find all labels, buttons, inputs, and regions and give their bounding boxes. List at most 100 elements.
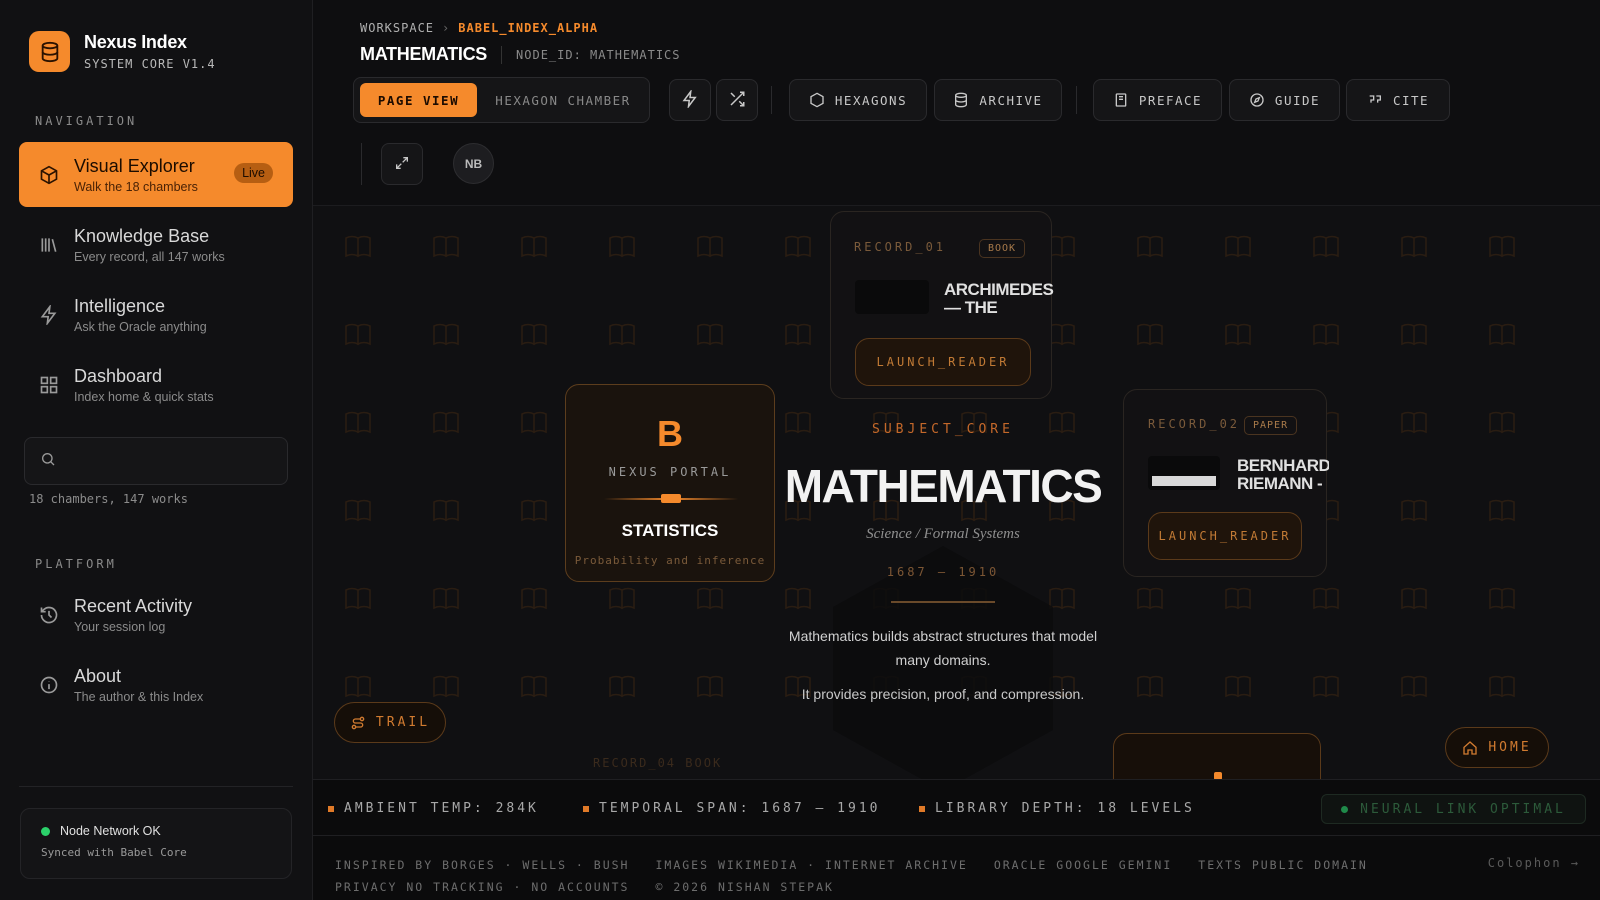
- guide-label: GUIDE: [1274, 92, 1321, 108]
- shuffle-button[interactable]: [716, 79, 758, 121]
- platform-label: PLATFORM: [35, 557, 117, 571]
- book-icon: [1113, 92, 1129, 108]
- quote-icon: [1367, 92, 1383, 108]
- nav-desc: Your session log: [74, 619, 166, 634]
- page-title: MATHEMATICS: [360, 44, 488, 64]
- shuffle-icon: [728, 90, 746, 111]
- stat-temporal-span: TEMPORAL SPAN: 1687 — 1910: [583, 801, 881, 816]
- divider: [891, 601, 995, 603]
- preface-button[interactable]: PREFACE: [1093, 79, 1222, 121]
- nav-visual-explorer[interactable]: Visual Explorer Walk the 18 chambers Liv…: [19, 142, 293, 207]
- nav-desc: Ask the Oracle anything: [74, 319, 207, 334]
- nav-about[interactable]: About The author & this Index: [19, 652, 293, 717]
- tab-hexagon-chamber[interactable]: HEXAGON CHAMBER: [482, 83, 644, 117]
- nav-title: Knowledge Base: [74, 225, 210, 246]
- neural-label: NEURAL LINK OPTIMAL: [1360, 801, 1566, 817]
- cite-button[interactable]: CITE: [1346, 79, 1450, 121]
- record-card-partial[interactable]: [1113, 733, 1321, 779]
- launch-reader-button[interactable]: LAUNCH_READER: [855, 338, 1031, 386]
- expand-icon: [394, 155, 410, 174]
- home-button[interactable]: HOME: [1445, 727, 1549, 768]
- footer-privacy: PRIVACY NO TRACKING · NO ACCOUNTS: [335, 880, 630, 894]
- colophon-link[interactable]: Colophon →: [1488, 856, 1580, 870]
- trail-button[interactable]: TRAIL: [334, 702, 446, 743]
- record-tag: BOOK: [979, 239, 1026, 258]
- portal-knob: [661, 494, 681, 503]
- nav-title: Visual Explorer: [74, 155, 195, 176]
- brand-version: SYSTEM CORE V1.4: [84, 57, 216, 71]
- nav-title: Intelligence: [74, 295, 166, 316]
- view-toggle: PAGE VIEW HEXAGON CHAMBER: [353, 77, 650, 123]
- status-bar: AMBIENT TEMP: 284K TEMPORAL SPAN: 1687 —…: [313, 779, 1600, 836]
- brand-name: Nexus Index: [84, 32, 187, 52]
- nav-title: Dashboard: [74, 365, 163, 386]
- library-icon: [39, 235, 59, 255]
- record-title: ARCHIMEDES — THE: [944, 281, 1054, 315]
- hexagons-button[interactable]: HEXAGONS: [789, 79, 927, 121]
- nav-title: About: [74, 665, 122, 686]
- sidebar: Nexus Index SYSTEM CORE V1.4 NAVIGATION …: [0, 0, 313, 900]
- divider: [1076, 86, 1077, 114]
- record-title: BERNHARD RIEMANN -: [1237, 457, 1329, 491]
- stat-text: LIBRARY DEPTH: 18 LEVELS: [935, 801, 1195, 816]
- record-label: RECORD_01: [854, 240, 947, 254]
- search-input[interactable]: [66, 453, 266, 469]
- stat-library-depth: LIBRARY DEPTH: 18 LEVELS: [919, 801, 1195, 816]
- chevron-right-icon: ›: [442, 21, 451, 35]
- archive-button[interactable]: ARCHIVE: [934, 79, 1062, 121]
- footer-credits: INSPIRED BY BORGES · WELLS · BUSH IMAGES …: [335, 858, 1394, 872]
- record-card-02[interactable]: RECORD_02 PAPER BERNHARD RIEMANN - LAUNC…: [1123, 389, 1329, 577]
- record-label: RECORD_02: [1148, 417, 1241, 431]
- avatar[interactable]: NB: [453, 143, 494, 184]
- fullscreen-button[interactable]: [381, 143, 423, 185]
- database-icon: [29, 31, 70, 72]
- quick-action-button[interactable]: [669, 79, 711, 121]
- nav-title: Recent Activity: [74, 595, 193, 616]
- hexagons-label: HEXAGONS: [834, 92, 908, 108]
- brand[interactable]: Nexus Index SYSTEM CORE V1.4: [29, 31, 216, 72]
- lightning-icon: [39, 304, 59, 325]
- trail-label: TRAIL: [375, 715, 431, 730]
- portal-desc: Probability and inference: [574, 554, 766, 567]
- card-marker: [1214, 772, 1222, 779]
- tab-page-view[interactable]: PAGE VIEW: [360, 83, 477, 117]
- footer: INSPIRED BY BORGES · WELLS · BUSH IMAGES …: [313, 836, 1600, 900]
- portal-label: NEXUS PORTAL: [608, 465, 732, 479]
- nexus-portal-card[interactable]: B NEXUS PORTAL STATISTICS Probability an…: [565, 384, 775, 582]
- record-thumbnail: [855, 280, 929, 314]
- hexagon-icon: [809, 92, 825, 108]
- hexagon-canvas: RECORD_01 BOOK ARCHIMEDES — THE LAUNCH_R…: [313, 206, 1600, 779]
- record-label: RECORD_04: [593, 756, 677, 770]
- subject-years: 1687 — 1910: [886, 565, 1000, 579]
- launch-reader-button[interactable]: LAUNCH_READER: [1148, 512, 1302, 560]
- cite-label: CITE: [1392, 92, 1430, 108]
- nav-intelligence[interactable]: Intelligence Ask the Oracle anything: [19, 282, 293, 347]
- preface-label: PREFACE: [1138, 92, 1203, 108]
- nav-knowledge-base[interactable]: Knowledge Base Every record, all 147 wor…: [19, 212, 293, 277]
- guide-button[interactable]: GUIDE: [1229, 79, 1340, 121]
- node-status-card: Node Network OK Synced with Babel Core: [20, 808, 292, 879]
- stat-ambient-temp: AMBIENT TEMP: 284K: [328, 801, 539, 816]
- portal-letter: B: [657, 413, 683, 454]
- nav-recent-activity[interactable]: Recent Activity Your session log: [19, 582, 293, 647]
- footer-copyright: © 2026 NISHAN STEPAK: [655, 880, 834, 894]
- lightning-icon: [681, 88, 699, 111]
- nav-desc: Every record, all 147 works: [74, 249, 225, 264]
- footer-oracle: ORACLE GOOGLE GEMINI: [993, 858, 1173, 872]
- record-card-04[interactable]: RECORD_04 BOOK: [593, 756, 722, 770]
- nav-dashboard[interactable]: Dashboard Index home & quick stats: [19, 352, 293, 417]
- breadcrumb-root[interactable]: WORKSPACE: [360, 21, 434, 35]
- breadcrumb-current[interactable]: BABEL_INDEX_ALPHA: [458, 21, 598, 35]
- search-box[interactable]: [24, 437, 288, 485]
- record-tag: BOOK: [685, 756, 723, 770]
- nav-desc: Walk the 18 chambers: [74, 179, 198, 194]
- divider: [361, 143, 362, 185]
- nav-desc: Index home & quick stats: [74, 389, 214, 404]
- record-tag: PAPER: [1244, 416, 1298, 435]
- subject-description-2: It provides precision, proof, and compre…: [801, 686, 1085, 702]
- subject-core-label: SUBJECT_CORE: [872, 422, 1014, 437]
- status-sub: Synced with Babel Core: [41, 846, 187, 859]
- record-thumbnail: [1148, 456, 1220, 490]
- record-card-01[interactable]: RECORD_01 BOOK ARCHIMEDES — THE LAUNCH_R…: [830, 211, 1054, 399]
- archive-label: ARCHIVE: [979, 92, 1043, 108]
